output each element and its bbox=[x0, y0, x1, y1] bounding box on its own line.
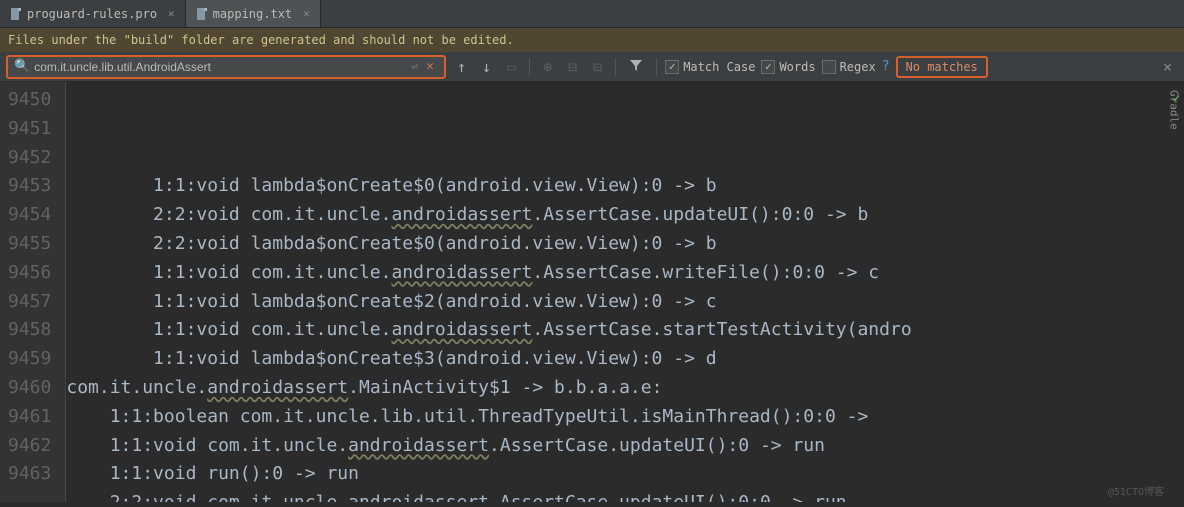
line-number: 9463 bbox=[8, 460, 51, 489]
search-result: No matches bbox=[896, 56, 988, 78]
line-number: 9462 bbox=[8, 432, 51, 461]
tab-label: proguard-rules.pro bbox=[27, 7, 157, 21]
code-line[interactable]: com.it.uncle.androidassert.MainActivity$… bbox=[66, 374, 1184, 403]
line-number: 9458 bbox=[8, 316, 51, 345]
next-match-icon[interactable]: ↓ bbox=[477, 56, 496, 78]
line-number: 9454 bbox=[8, 201, 51, 230]
line-number: 9456 bbox=[8, 259, 51, 288]
words-label: Words bbox=[779, 60, 815, 74]
separator bbox=[656, 58, 657, 76]
close-search-icon[interactable]: × bbox=[1157, 58, 1178, 76]
line-number: 9452 bbox=[8, 144, 51, 173]
match-case-label: Match Case bbox=[683, 60, 755, 74]
code-line[interactable]: 1:1:void lambda$onCreate$3(android.view.… bbox=[66, 345, 1184, 374]
code-line[interactable]: 1:1:void com.it.uncle.androidassert.Asse… bbox=[66, 316, 1184, 345]
separator bbox=[615, 58, 616, 76]
code-area[interactable]: ✔ 1:1:void lambda$onCreate$0(android.vie… bbox=[66, 82, 1184, 502]
words-checkbox[interactable]: Words bbox=[761, 60, 815, 74]
help-icon[interactable]: ? bbox=[882, 59, 890, 74]
line-number: 9451 bbox=[8, 115, 51, 144]
select-all-icon[interactable]: ▭ bbox=[502, 56, 521, 78]
search-input-wrap: 🔍 ⏎ ✕ bbox=[6, 55, 446, 79]
gradle-tool-button[interactable]: Gradle bbox=[1168, 90, 1181, 130]
gutter: 9450945194529453945494559456945794589459… bbox=[0, 82, 66, 502]
line-number: 9453 bbox=[8, 172, 51, 201]
code-line[interactable]: 1:1:void lambda$onCreate$2(android.view.… bbox=[66, 288, 1184, 317]
code-line[interactable]: 1:1:void com.it.uncle.androidassert.Asse… bbox=[66, 259, 1184, 288]
code-line[interactable]: 1:1:void lambda$onCreate$0(android.view.… bbox=[66, 172, 1184, 201]
line-number: 9461 bbox=[8, 403, 51, 432]
regex-label: Regex bbox=[840, 60, 876, 74]
generated-file-warning: Files under the "build" folder are gener… bbox=[0, 28, 1184, 52]
add-selection-icon[interactable]: ⊕ bbox=[538, 56, 557, 78]
checkbox-icon bbox=[822, 60, 836, 74]
search-input[interactable] bbox=[34, 60, 411, 74]
search-icon: 🔍 bbox=[14, 59, 30, 74]
checkbox-icon bbox=[665, 60, 679, 74]
close-icon[interactable]: × bbox=[303, 7, 310, 20]
select-all-occurrences-icon[interactable]: ⊡ bbox=[588, 56, 607, 78]
right-sidebar: Gradle bbox=[1164, 82, 1184, 502]
code-line[interactable]: 2:2:void lambda$onCreate$0(android.view.… bbox=[66, 230, 1184, 259]
find-bar: 🔍 ⏎ ✕ ↑ ↓ ▭ ⊕ ⊟ ⊡ Match Case Words Regex… bbox=[0, 52, 1184, 82]
line-number: 9455 bbox=[8, 230, 51, 259]
line-number: 9460 bbox=[8, 374, 51, 403]
watermark: @51CTO博客 bbox=[1108, 483, 1164, 498]
code-line[interactable]: 1:1:void run():0 -> run bbox=[66, 460, 1184, 489]
code-line[interactable]: 1:1:void com.it.uncle.androidassert.Asse… bbox=[66, 432, 1184, 461]
checkbox-icon bbox=[761, 60, 775, 74]
separator bbox=[529, 58, 530, 76]
enter-icon: ⏎ bbox=[412, 60, 419, 73]
regex-checkbox[interactable]: Regex bbox=[822, 60, 876, 74]
tab-proguard[interactable]: proguard-rules.pro × bbox=[0, 0, 186, 27]
line-number: 9459 bbox=[8, 345, 51, 374]
tab-label: mapping.txt bbox=[213, 7, 292, 21]
file-icon bbox=[196, 8, 208, 20]
line-number: 9450 bbox=[8, 86, 51, 115]
code-line[interactable]: 2:2:void com.it.uncle.androidassert.Asse… bbox=[66, 489, 1184, 502]
code-line[interactable]: 1:1:boolean com.it.uncle.lib.util.Thread… bbox=[66, 403, 1184, 432]
prev-match-icon[interactable]: ↑ bbox=[452, 56, 471, 78]
clear-icon[interactable]: ✕ bbox=[422, 59, 438, 74]
line-number: 9457 bbox=[8, 288, 51, 317]
remove-selection-icon[interactable]: ⊟ bbox=[563, 56, 582, 78]
tab-bar: proguard-rules.pro × mapping.txt × bbox=[0, 0, 1184, 28]
editor: 9450945194529453945494559456945794589459… bbox=[0, 82, 1184, 502]
code-line[interactable]: 2:2:void com.it.uncle.androidassert.Asse… bbox=[66, 201, 1184, 230]
match-case-checkbox[interactable]: Match Case bbox=[665, 60, 755, 74]
tab-mapping[interactable]: mapping.txt × bbox=[186, 0, 321, 27]
close-icon[interactable]: × bbox=[168, 7, 175, 20]
filter-icon[interactable] bbox=[624, 55, 648, 78]
file-icon bbox=[10, 8, 22, 20]
